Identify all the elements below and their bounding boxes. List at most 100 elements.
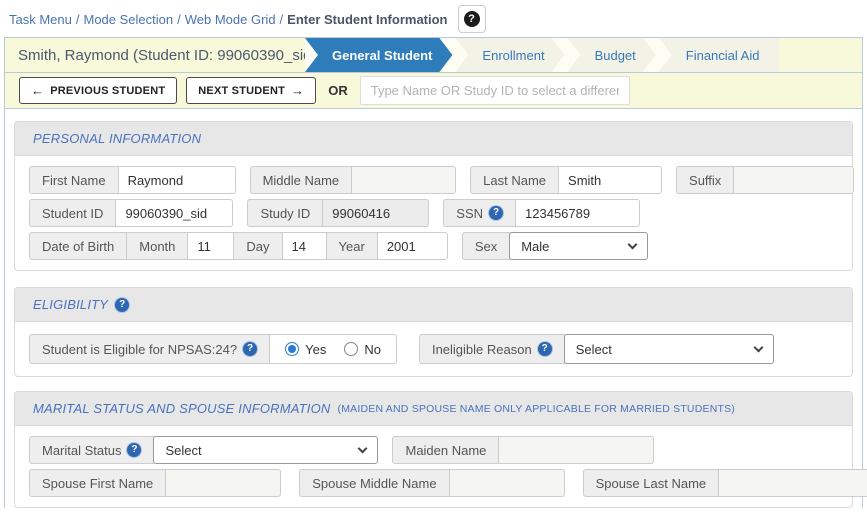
tab-financial-aid[interactable]: Financial Aid xyxy=(659,38,780,72)
marital-status-help-icon[interactable]: ? xyxy=(127,443,141,457)
dob-year-input[interactable] xyxy=(378,232,448,260)
chevron-down-icon xyxy=(753,342,763,352)
breadcrumb-separator: / xyxy=(177,12,181,27)
page: Task Menu/Mode Selection/Web Mode Grid/E… xyxy=(0,0,867,508)
personal-information-section: PERSONAL INFORMATION First Name Middle N… xyxy=(14,121,853,271)
student-id-label: Student ID xyxy=(29,199,116,227)
dob-day-label: Day xyxy=(234,232,282,260)
next-student-button[interactable]: NEXT STUDENT → xyxy=(186,77,316,104)
student-header-row: Smith, Raymond (Student ID: 99060390_sid… xyxy=(5,38,862,73)
spouse-middle-name-label: Spouse Middle Name xyxy=(299,469,449,497)
date-of-birth-field: Date of Birth Month Day Year xyxy=(29,232,448,260)
marital-status-label: Marital Status ? xyxy=(29,436,154,464)
personal-information-title: PERSONAL INFORMATION xyxy=(33,131,201,146)
student-id-field: Student ID xyxy=(29,199,233,227)
breadcrumb-separator: / xyxy=(280,12,284,27)
last-name-input[interactable] xyxy=(559,166,662,194)
previous-student-button[interactable]: ← PREVIOUS STUDENT xyxy=(19,77,177,104)
maiden-name-label: Maiden Name xyxy=(392,436,499,464)
maiden-name-input[interactable] xyxy=(499,436,654,464)
maiden-name-field: Maiden Name xyxy=(392,436,654,464)
middle-name-label: Middle Name xyxy=(250,166,353,194)
wizard-tabs: General Student Enrollment Budget Financ… xyxy=(305,38,779,72)
tab-enrollment[interactable]: Enrollment xyxy=(455,38,564,72)
sex-label: Sex xyxy=(462,232,510,260)
ineligible-reason-text: Ineligible Reason xyxy=(432,342,532,357)
marital-status-title: MARITAL STATUS AND SPOUSE INFORMATION xyxy=(33,401,331,416)
spouse-last-name-label: Spouse Last Name xyxy=(583,469,720,497)
breadcrumb-separator: / xyxy=(76,12,80,27)
first-name-input[interactable] xyxy=(119,166,236,194)
middle-name-input[interactable] xyxy=(352,166,456,194)
sex-select[interactable]: Male xyxy=(509,232,648,260)
student-search-input[interactable] xyxy=(360,76,630,105)
spouse-last-name-field: Spouse Last Name xyxy=(583,469,867,497)
breadcrumb-link-web-mode-grid[interactable]: Web Mode Grid xyxy=(185,12,276,27)
eligibility-header: ELIGIBILITY ? xyxy=(15,288,852,322)
ssn-help-icon[interactable]: ? xyxy=(489,206,503,220)
breadcrumb: Task Menu/Mode Selection/Web Mode Grid/E… xyxy=(9,12,448,27)
next-student-label: NEXT STUDENT xyxy=(198,85,285,97)
breadcrumb-link-mode-selection[interactable]: Mode Selection xyxy=(84,12,174,27)
eligible-question-help-icon[interactable]: ? xyxy=(243,342,257,356)
eligibility-help-icon[interactable]: ? xyxy=(115,298,129,312)
ssn-label: SSN ? xyxy=(443,199,516,227)
marital-status-section: MARITAL STATUS AND SPOUSE INFORMATION (M… xyxy=(14,391,853,508)
student-id-input[interactable] xyxy=(116,199,233,227)
marital-status-text: Marital Status xyxy=(42,443,121,458)
eligible-no-option[interactable]: No xyxy=(344,342,381,357)
first-name-field: First Name xyxy=(29,166,236,194)
ineligible-reason-label: Ineligible Reason ? xyxy=(419,334,565,364)
spouse-first-name-input[interactable] xyxy=(166,469,281,497)
eligible-question-label: Student is Eligible for NPSAS:24? ? xyxy=(29,334,270,364)
suffix-label: Suffix xyxy=(676,166,734,194)
eligibility-row: Student is Eligible for NPSAS:24? ? Yes … xyxy=(29,334,838,364)
spouse-middle-name-input[interactable] xyxy=(450,469,565,497)
page-help-button[interactable]: ? xyxy=(458,5,486,33)
suffix-input[interactable] xyxy=(734,166,854,194)
student-nav-row: ← PREVIOUS STUDENT NEXT STUDENT → OR xyxy=(5,73,862,109)
spouse-first-name-field: Spouse First Name xyxy=(29,469,281,497)
personal-information-header: PERSONAL INFORMATION xyxy=(15,122,852,156)
left-arrow-icon: ← xyxy=(31,83,44,98)
eligible-no-label: No xyxy=(364,342,381,357)
tab-general-student[interactable]: General Student xyxy=(305,38,452,72)
date-of-birth-label: Date of Birth xyxy=(29,232,127,260)
chevron-down-icon xyxy=(358,443,368,453)
chevron-down-icon xyxy=(628,239,638,249)
middle-name-field: Middle Name xyxy=(250,166,457,194)
eligible-question-field: Student is Eligible for NPSAS:24? ? Yes … xyxy=(29,334,397,364)
marital-status-body: Marital Status ? Select Maiden Name xyxy=(15,426,852,507)
personal-information-body: First Name Middle Name Last Name Suffix xyxy=(15,156,852,270)
eligible-question-text: Student is Eligible for NPSAS:24? xyxy=(42,342,237,357)
tab-budget[interactable]: Budget xyxy=(568,38,656,72)
breadcrumb-link-task-menu[interactable]: Task Menu xyxy=(9,12,72,27)
dob-month-label: Month xyxy=(127,232,188,260)
spouse-last-name-input[interactable] xyxy=(719,469,867,497)
ssn-input[interactable] xyxy=(516,199,640,227)
radio-selected-icon xyxy=(285,342,299,356)
eligible-radio-group: Yes No xyxy=(270,334,397,364)
eligibility-body: Student is Eligible for NPSAS:24? ? Yes … xyxy=(15,322,852,376)
study-id-label: Study ID xyxy=(247,199,323,227)
breadcrumb-current: Enter Student Information xyxy=(287,12,447,27)
study-id-field: Study ID xyxy=(247,199,429,227)
ineligible-reason-select[interactable]: Select xyxy=(564,334,774,364)
marital-status-select[interactable]: Select xyxy=(153,436,378,464)
eligible-yes-option[interactable]: Yes xyxy=(285,342,326,357)
or-label: OR xyxy=(328,83,348,98)
first-name-label: First Name xyxy=(29,166,119,194)
eligibility-section: ELIGIBILITY ? Student is Eligible for NP… xyxy=(14,287,853,377)
right-arrow-icon: → xyxy=(291,83,304,98)
dob-month-input[interactable] xyxy=(188,232,234,260)
ineligible-reason-field: Ineligible Reason ? Select xyxy=(419,334,774,364)
last-name-field: Last Name xyxy=(470,166,662,194)
ineligible-reason-help-icon[interactable]: ? xyxy=(538,342,552,356)
eligible-yes-label: Yes xyxy=(305,342,326,357)
main-container: Smith, Raymond (Student ID: 99060390_sid… xyxy=(4,37,863,508)
ineligible-reason-value: Select xyxy=(576,342,612,357)
student-name-label: Smith, Raymond (Student ID: 99060390_sid… xyxy=(5,38,305,72)
breadcrumb-row: Task Menu/Mode Selection/Web Mode Grid/E… xyxy=(0,0,867,37)
last-name-label: Last Name xyxy=(470,166,559,194)
dob-day-input[interactable] xyxy=(283,232,327,260)
